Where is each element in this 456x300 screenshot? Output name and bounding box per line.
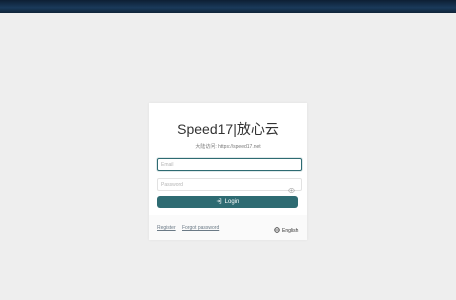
login-button[interactable]: Login <box>157 196 298 208</box>
password-field[interactable] <box>157 178 302 191</box>
login-card: Speed17|放心云 大陆访问: https://speed17.net Lo… <box>149 103 307 240</box>
site-title: Speed17|放心云 <box>177 121 279 137</box>
language-label: English <box>282 228 299 234</box>
header-banner <box>0 0 456 13</box>
forgot-password-link[interactable]: Forgot password <box>182 225 219 231</box>
mirror-url-note: 大陆访问: https://speed17.net <box>195 144 261 150</box>
card-footer: Register Forgot password English <box>149 215 307 240</box>
email-field[interactable] <box>157 158 302 171</box>
eye-icon[interactable] <box>288 181 295 193</box>
login-button-label: Login <box>224 199 240 205</box>
login-icon <box>216 198 225 206</box>
globe-icon <box>274 227 282 235</box>
register-link[interactable]: Register <box>157 225 176 231</box>
language-selector[interactable]: English <box>274 227 298 235</box>
